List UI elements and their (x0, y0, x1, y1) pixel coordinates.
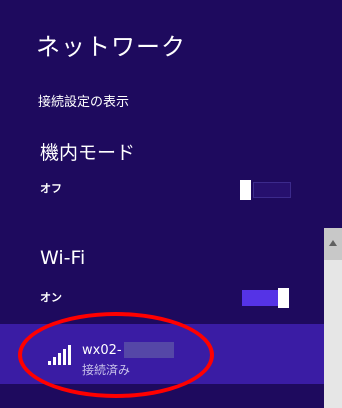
airplane-mode-label: 機内モード (40, 142, 136, 164)
chevron-up-icon[interactable] (324, 228, 342, 260)
scrollbar[interactable] (324, 228, 342, 408)
wifi-state: オン (40, 291, 62, 304)
toggle-track (242, 290, 278, 306)
signal-bar (68, 345, 71, 365)
signal-bar (58, 353, 61, 365)
network-status: 接続済み (82, 363, 131, 377)
network-name: wx02- (82, 343, 122, 358)
toggle-thumb (240, 180, 251, 200)
toggle-track (253, 182, 291, 198)
wifi-label: Wi-Fi (40, 247, 86, 269)
airplane-mode-toggle[interactable] (240, 180, 291, 200)
connection-settings-link[interactable]: 接続設定の表示 (38, 94, 129, 112)
airplane-mode-state: オフ (40, 182, 62, 195)
toggle-thumb (278, 288, 289, 308)
page-title: ネットワーク (36, 33, 186, 61)
signal-bar (63, 349, 66, 365)
signal-bar (48, 361, 51, 365)
wifi-signal-icon (48, 345, 72, 365)
wifi-toggle[interactable] (240, 288, 291, 308)
signal-bar (53, 357, 56, 365)
redacted-network-name (124, 342, 174, 358)
